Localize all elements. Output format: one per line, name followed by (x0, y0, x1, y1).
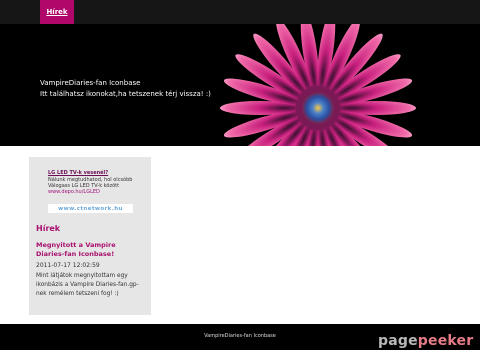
post-body: Mint látjátok megnyitottam egy ikonbázis… (36, 273, 139, 297)
news-heading: Hírek (36, 224, 61, 233)
ad-box: LG LED TV-k vesenél? Nálunk megtudhatod,… (48, 170, 158, 195)
ad-url-link[interactable]: www.depo.hu/LGLED (48, 189, 158, 195)
top-nav-bar: Hírek (0, 0, 480, 24)
site-title: VampireDiaries-fan Iconbase (40, 79, 141, 87)
header-banner: VampireDiaries-fan Iconbase Itt találhat… (0, 24, 480, 146)
pagepeeker-watermark: pagepeeker (378, 333, 473, 349)
post-date: 2011-07-17 12:02:59 (36, 262, 100, 269)
post-title: Megnyitott a Vampire Diaries-fan Iconbas… (36, 241, 116, 258)
site-subtitle: Itt találhatsz ikonokat,ha tetszenek tér… (40, 90, 211, 98)
watermark-part-2: peeker (417, 333, 474, 349)
ad-title-link[interactable]: LG LED TV-k vesenél? (48, 170, 158, 177)
nav-tab-hirek[interactable]: Hírek (40, 0, 74, 24)
ctnetwork-badge[interactable]: www.ctnetwork.hu (48, 204, 133, 213)
bottom-strip (0, 350, 480, 360)
watermark-part-1: page (378, 333, 418, 349)
